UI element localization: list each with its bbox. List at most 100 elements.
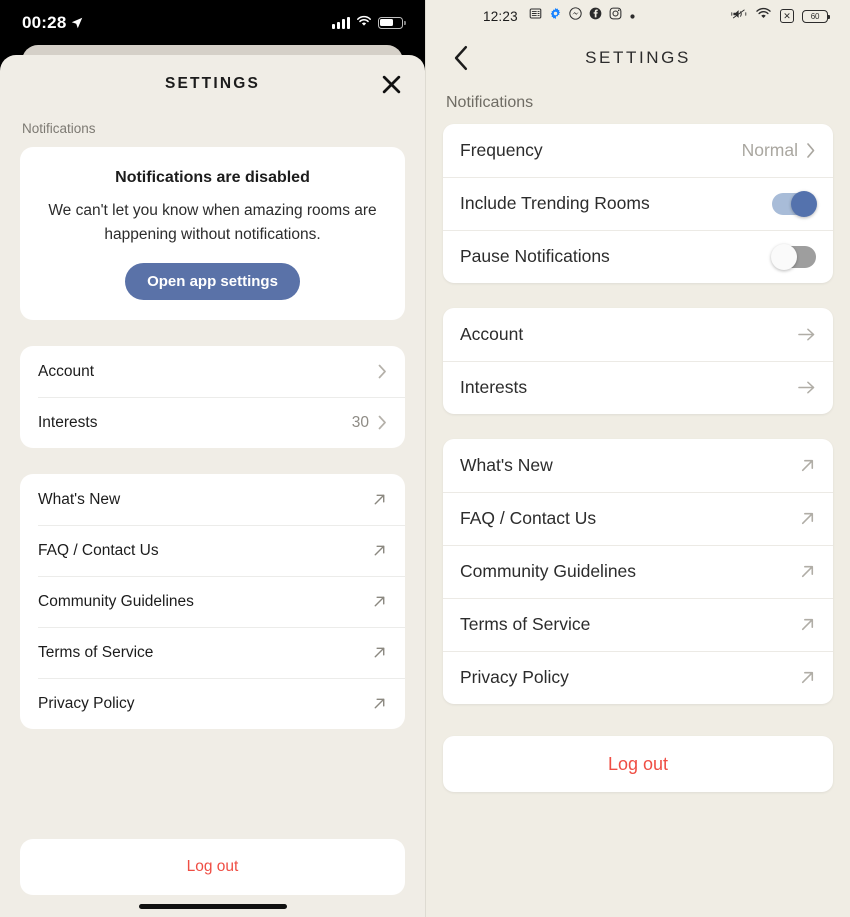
row-label: FAQ / Contact Us	[460, 508, 597, 528]
link-item-privacy-policy[interactable]: Privacy Policy	[20, 678, 405, 729]
row-accessory	[799, 510, 816, 527]
row-accessory	[771, 243, 816, 270]
row-accessory	[372, 645, 387, 660]
dual-screenshot-comparison: 00:28 SETTINGS Notifications Notificatio…	[0, 0, 850, 917]
external-link-icon	[372, 645, 387, 660]
link-item-privacy-policy[interactable]: Privacy Policy	[443, 651, 833, 704]
row-label: Account	[460, 324, 524, 344]
logout-button[interactable]: Log out	[20, 839, 405, 895]
sidebar-item-interests[interactable]: Interests	[443, 361, 833, 414]
battery-icon: 60	[802, 9, 830, 23]
toggle-knob	[791, 190, 817, 217]
row-accessory	[797, 379, 816, 396]
row-accessory: Normal	[742, 140, 816, 161]
close-icon[interactable]	[379, 72, 403, 96]
android-account-card: Account Interests	[443, 308, 833, 414]
arrow-right-icon	[797, 379, 816, 396]
android-screen: 12:23 ✕ 60 SETTINGS Notifications Freque…	[425, 0, 850, 917]
chevron-right-icon	[378, 364, 387, 379]
android-clock: 12:23	[483, 8, 518, 24]
no-sim-icon: ✕	[780, 9, 794, 23]
android-system-icons: ✕ 60	[731, 7, 830, 26]
logout-button[interactable]: Log out	[443, 736, 833, 792]
external-link-icon	[372, 696, 387, 711]
external-link-icon	[799, 563, 816, 580]
link-item-terms-of-service[interactable]: Terms of Service	[20, 627, 405, 678]
row-accessory	[799, 669, 816, 686]
external-link-icon	[799, 457, 816, 474]
row-accessory	[378, 364, 387, 379]
battery-icon	[378, 16, 406, 29]
link-item-community-guidelines[interactable]: Community Guidelines	[443, 545, 833, 598]
row-accessory	[372, 594, 387, 609]
open-app-settings-button[interactable]: Open app settings	[125, 263, 300, 301]
sidebar-item-frequency[interactable]: Frequency Normal	[443, 124, 833, 177]
arrow-right-icon	[797, 326, 816, 343]
android-settings-body: Notifications Frequency Normal Include T…	[426, 84, 850, 917]
ios-account-card: Account Interests 30	[20, 346, 405, 449]
row-label: Frequency	[460, 140, 543, 160]
ios-sheet-header: SETTINGS	[0, 55, 425, 113]
cellular-signal-icon	[332, 16, 350, 29]
row-accessory: 30	[352, 414, 387, 432]
row-label: Terms of Service	[460, 614, 591, 634]
interests-count: 30	[351, 413, 369, 431]
link-item-faq-contact-us[interactable]: FAQ / Contact Us	[20, 525, 405, 576]
link-item-whats-new[interactable]: What's New	[20, 474, 405, 525]
sidebar-item-interests[interactable]: Interests 30	[20, 397, 405, 448]
row-label: What's New	[460, 455, 553, 475]
row-accessory	[772, 190, 817, 217]
include-trending-rooms-toggle[interactable]	[772, 190, 817, 217]
link-item-whats-new[interactable]: What's New	[443, 439, 833, 492]
row-label: FAQ / Contact Us	[38, 541, 159, 559]
row-accessory	[797, 326, 816, 343]
row-label: What's New	[38, 490, 121, 508]
ios-screen: 00:28 SETTINGS Notifications Notificatio…	[0, 0, 425, 917]
ios-links-card: What's New FAQ / Contact Us Community Gu…	[20, 474, 405, 730]
location-arrow-icon	[71, 17, 83, 29]
sidebar-item-include-trending-rooms[interactable]: Include Trending Rooms	[443, 177, 833, 230]
row-accessory	[372, 492, 387, 507]
row-accessory	[372, 543, 387, 558]
notifications-disabled-title: Notifications are disabled	[115, 169, 310, 186]
vibrate-icon	[731, 7, 747, 26]
page-title: SETTINGS	[585, 48, 691, 67]
link-item-faq-contact-us[interactable]: FAQ / Contact Us	[443, 492, 833, 545]
android-links-card: What's New FAQ / Contact Us Community Gu…	[443, 439, 833, 704]
external-link-icon	[799, 510, 816, 527]
chevron-left-icon[interactable]	[446, 43, 476, 73]
sidebar-item-pause-notifications[interactable]: Pause Notifications	[443, 230, 833, 283]
page-title: SETTINGS	[164, 75, 261, 92]
messenger-icon	[569, 7, 582, 25]
row-label: Community Guidelines	[460, 561, 637, 581]
instagram-icon	[609, 7, 622, 25]
notifications-disabled-card: Notifications are disabled We can't let …	[20, 147, 405, 321]
notifications-disabled-description: We can't let you know when amazing rooms…	[48, 202, 377, 243]
link-item-community-guidelines[interactable]: Community Guidelines	[20, 576, 405, 627]
frequency-value: Normal	[741, 140, 798, 160]
row-label: Pause Notifications	[460, 246, 610, 266]
android-status-bar: 12:23 ✕ 60	[426, 0, 850, 32]
toggle-knob	[771, 243, 797, 270]
external-link-icon	[372, 543, 387, 558]
sidebar-item-account[interactable]: Account	[20, 346, 405, 397]
pause-notifications-toggle[interactable]	[771, 243, 816, 270]
notifications-section-label: Notifications	[446, 94, 534, 111]
wifi-icon	[755, 7, 772, 25]
row-accessory	[799, 616, 816, 633]
external-link-icon	[799, 669, 816, 686]
ios-clock: 00:28	[22, 12, 67, 32]
row-label: Privacy Policy	[38, 694, 135, 712]
settings-gear-icon	[549, 7, 562, 25]
ios-status-bar: 00:28	[0, 0, 425, 45]
row-label: Community Guidelines	[38, 592, 194, 610]
row-accessory	[372, 696, 387, 711]
android-notification-icons	[529, 7, 636, 25]
chevron-right-icon	[378, 415, 387, 430]
sidebar-item-account[interactable]: Account	[443, 308, 833, 361]
link-item-terms-of-service[interactable]: Terms of Service	[443, 598, 833, 651]
